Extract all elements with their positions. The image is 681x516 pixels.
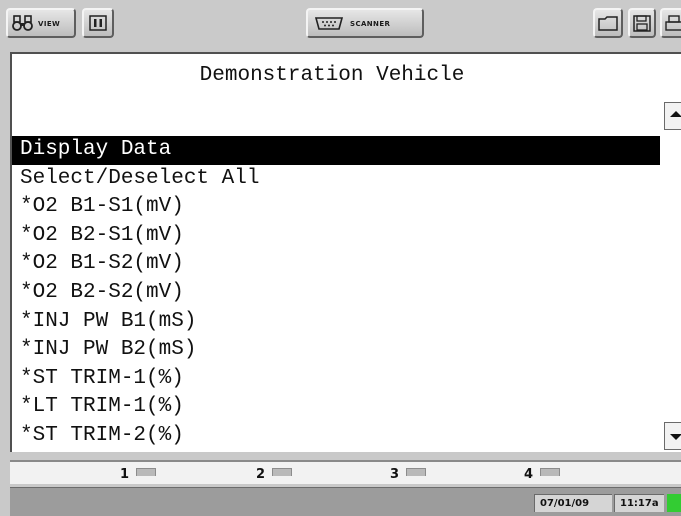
scanner-cable-icon bbox=[314, 16, 344, 36]
print-icon bbox=[665, 15, 681, 37]
function-key-tab-icon bbox=[540, 468, 561, 476]
pause-button[interactable] bbox=[82, 8, 114, 38]
view-button[interactable]: VIEW bbox=[6, 8, 76, 38]
function-key-tab-icon bbox=[272, 468, 293, 476]
menu-item[interactable]: *O2 B2-S1(mV) bbox=[20, 222, 670, 251]
function-key-3[interactable]: 3 bbox=[390, 464, 427, 484]
scroll-up-button[interactable] bbox=[664, 102, 681, 130]
scan-tool-frame: VIEW SCANNER Demonstration Vehicle Displ… bbox=[0, 0, 681, 516]
scanner-button[interactable]: SCANNER bbox=[306, 8, 424, 38]
print-button[interactable] bbox=[660, 8, 681, 38]
menu-item[interactable]: Select/Deselect All bbox=[20, 165, 670, 194]
function-key-2[interactable]: 2 bbox=[256, 464, 293, 484]
scroll-down-button[interactable] bbox=[664, 422, 681, 450]
menu-item[interactable]: *INJ PW B1(mS) bbox=[20, 308, 670, 337]
save-icon bbox=[633, 15, 651, 37]
binoculars-icon bbox=[12, 15, 36, 36]
save-button[interactable] bbox=[628, 8, 656, 38]
function-key-label: 2 bbox=[256, 466, 266, 482]
function-key-label: 4 bbox=[524, 466, 534, 482]
menu-item[interactable]: *LT TRIM-1(%) bbox=[20, 393, 670, 422]
data-list-menu: Display Data Select/Deselect All *O2 B1-S1… bbox=[12, 136, 670, 451]
folder-button[interactable] bbox=[593, 8, 623, 38]
function-key-label: 1 bbox=[120, 466, 130, 482]
arrow-up-icon bbox=[670, 111, 681, 117]
menu-item-selected[interactable]: Display Data bbox=[12, 136, 660, 165]
menu-item[interactable]: *INJ PW B2(mS) bbox=[20, 336, 670, 365]
function-key-tab-icon bbox=[406, 468, 427, 476]
main-screen: Demonstration Vehicle Display Data Select… bbox=[10, 52, 681, 452]
scanner-button-label: SCANNER bbox=[350, 20, 391, 28]
menu-item[interactable]: *O2 B1-S1(mV) bbox=[20, 193, 670, 222]
view-button-label: VIEW bbox=[38, 20, 61, 28]
function-key-4[interactable]: 4 bbox=[524, 464, 561, 484]
status-bar: 07/01/09 11:17a bbox=[10, 487, 681, 516]
arrow-down-icon bbox=[670, 434, 681, 440]
date-display: 07/01/09 bbox=[534, 494, 612, 512]
folder-icon bbox=[598, 16, 618, 36]
function-key-bar: 1 2 3 4 bbox=[10, 460, 681, 484]
menu-item[interactable]: *O2 B2-S2(mV) bbox=[20, 279, 670, 308]
function-key-1[interactable]: 1 bbox=[120, 464, 157, 484]
top-toolbar: VIEW SCANNER bbox=[0, 0, 681, 50]
menu-item[interactable]: *O2 B1-S2(mV) bbox=[20, 250, 670, 279]
scrollbar[interactable] bbox=[662, 102, 681, 452]
menu-item[interactable]: *ST TRIM-1(%) bbox=[20, 365, 670, 394]
function-key-tab-icon bbox=[136, 468, 157, 476]
page-title: Demonstration Vehicle bbox=[199, 64, 465, 87]
battery-indicator-icon bbox=[667, 494, 681, 512]
pause-icon bbox=[89, 15, 107, 36]
time-display: 11:17a bbox=[614, 494, 664, 512]
menu-item[interactable]: *ST TRIM-2(%) bbox=[20, 422, 670, 451]
function-key-label: 3 bbox=[390, 466, 400, 482]
